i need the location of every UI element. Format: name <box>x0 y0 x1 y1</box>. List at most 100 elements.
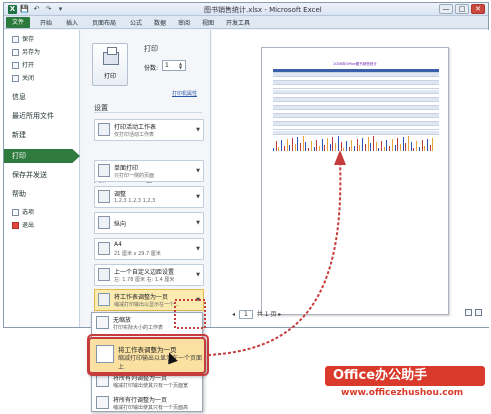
paper-icon <box>98 242 110 255</box>
excel-logo-icon: X <box>8 5 17 14</box>
backstage-info[interactable]: 信息 <box>8 91 78 103</box>
preview-chart-bar <box>394 145 396 151</box>
scaling-dropdown[interactable]: 将工作表调整为一页 缩减打印输出以显示在一个... ▼ <box>94 289 204 311</box>
tab-data[interactable]: 数据 <box>154 18 166 27</box>
fit-rows-icon <box>96 396 109 409</box>
margins-icon <box>98 268 110 281</box>
menu-item-no-scaling[interactable]: 无缩放 打印实际大小的工作表 <box>92 313 202 333</box>
backstage-save-send[interactable]: 保存并发送 <box>8 169 78 181</box>
menu-item-fit-columns[interactable]: 将所有列调整为一页 缩减打印输出使其只有一个页面宽 <box>92 371 202 391</box>
sides-label: 单面打印 <box>114 165 139 172</box>
one-sided-icon <box>98 164 110 177</box>
tab-view[interactable]: 视图 <box>202 18 214 27</box>
prev-page-button[interactable]: ◂ <box>232 311 235 318</box>
watermark-brand: Office办公助手 <box>325 366 485 386</box>
collate-dropdown[interactable]: 调整 1,2,3 1,2,3 1,2,3 ▼ <box>94 186 204 208</box>
preview-chart-bar <box>291 138 293 151</box>
exit-icon <box>12 222 19 229</box>
preview-chart-bar <box>337 136 339 151</box>
zoom-controls <box>465 309 482 316</box>
preview-chart-bar <box>340 142 342 151</box>
save-icon[interactable]: 💾 <box>20 5 29 14</box>
print-button[interactable]: 打印 <box>92 43 128 86</box>
show-margins-icon[interactable] <box>465 309 472 316</box>
close-button[interactable]: ✕ <box>471 4 485 14</box>
tab-file[interactable]: 文件 <box>6 17 30 28</box>
print-what-label: 打印活动工作表 <box>114 124 157 131</box>
backstage-save-as[interactable]: 另存为 <box>8 47 78 59</box>
window-controls: — □ ✕ <box>439 4 485 14</box>
preview-chart-bar <box>413 148 415 151</box>
maximize-button[interactable]: □ <box>455 4 469 14</box>
fit-rows-desc: 缩减打印输出使其只有一个页面高 <box>113 405 189 411</box>
preview-page: 2008年Office图书销售统计 <box>261 47 449 315</box>
preview-chart-bar <box>327 138 328 151</box>
backstage-new[interactable]: 新建 <box>8 129 78 141</box>
page-navigator: ◂ 1 共 1 页 ▸ <box>232 309 281 319</box>
customize-qat-icon[interactable]: ▾ <box>56 5 65 14</box>
preview-chart-bar <box>351 140 353 151</box>
preview-row <box>273 130 439 135</box>
tab-insert[interactable]: 插入 <box>66 18 78 27</box>
scaling-desc: 缩减打印输出以显示在一个... <box>114 302 179 308</box>
preview-chart-bar <box>389 146 391 151</box>
backstage-recent[interactable]: 最近所用文件 <box>8 110 78 122</box>
menu-item-fit-sheet-selected[interactable]: 将工作表调整为一页 缩减打印输出以显示在一个页面上 <box>88 337 206 374</box>
backstage-open[interactable]: 打开 <box>8 60 78 72</box>
menu-item-fit-rows[interactable]: 将所有行调整为一页 缩减打印输出使其只有一个页面高 <box>92 393 202 413</box>
paper-size-dropdown[interactable]: A4 21 厘米 x 29.7 厘米 ▼ <box>94 238 204 260</box>
tab-review[interactable]: 审阅 <box>178 18 190 27</box>
backstage-save-label: 保存 <box>22 36 35 43</box>
backstage-help[interactable]: 帮助 <box>8 188 78 200</box>
tab-page-layout[interactable]: 页面布局 <box>92 18 116 27</box>
tab-developer[interactable]: 开发工具 <box>226 18 250 27</box>
preview-chart-bar <box>281 140 283 151</box>
preview-chart-bar <box>300 143 301 151</box>
fit-to-page-icon <box>96 345 114 363</box>
minimize-button[interactable]: — <box>439 4 453 14</box>
scaling-label: 将工作表调整为一页 <box>114 294 169 301</box>
sheet-title: 2008年Office图书销售统计 <box>333 62 377 66</box>
copies-input[interactable]: 1 ▲ ▼ <box>162 60 186 71</box>
no-scaling-desc: 打印实际大小的工作表 <box>113 325 164 331</box>
sides-dropdown[interactable]: 单面打印 只打印一侧的页面 ▼ <box>94 160 204 182</box>
current-page-input[interactable]: 1 <box>238 310 253 319</box>
backstage-print[interactable]: 打印 <box>4 149 80 163</box>
print-what-desc: 仅打印活动工作表 <box>114 132 155 138</box>
preview-chart-bar <box>324 145 326 151</box>
preview-chart-bar <box>359 145 361 151</box>
chevron-down-icon: ▼ <box>196 220 200 226</box>
backstage-close[interactable]: 关闭 <box>8 73 78 85</box>
zoom-to-page-icon[interactable] <box>475 309 482 316</box>
fit-columns-label: 将所有列调整为一页 <box>113 375 168 382</box>
tab-formulas[interactable]: 公式 <box>130 18 142 27</box>
no-scaling-label: 无缩放 <box>113 317 132 324</box>
preview-chart-bar <box>286 139 288 151</box>
preview-chart-bar <box>367 137 369 151</box>
undo-icon[interactable]: ↶ <box>32 5 41 14</box>
next-page-button[interactable]: ▸ <box>278 311 281 318</box>
backstage-options[interactable]: 选项 <box>8 207 78 219</box>
title-bar: X 💾 ↶ ↷ ▾ 图书销售统计.xlsx - Microsoft Excel … <box>4 3 488 16</box>
no-scaling-icon <box>96 316 109 329</box>
backstage-exit[interactable]: 退出 <box>8 220 78 232</box>
preview-chart-bar <box>386 140 388 151</box>
margins-dropdown[interactable]: 上一个自定义边距设置 左: 1.78 厘米 右: 1.4 厘米 ▼ <box>94 264 204 286</box>
tab-home[interactable]: 开始 <box>40 18 52 27</box>
copies-spinner-icon[interactable]: ▲ ▼ <box>179 62 184 70</box>
preview-chart-bar <box>297 137 299 151</box>
preview-chart-bar <box>405 143 407 151</box>
preview-chart-bar <box>275 141 277 151</box>
backstage-open-label: 打开 <box>22 62 35 69</box>
printer-properties-link[interactable]: 打印机属性 <box>172 90 197 97</box>
copies-value: 1 <box>165 62 169 69</box>
orientation-dropdown[interactable]: 纵向 ▼ <box>94 212 204 234</box>
redo-icon[interactable]: ↷ <box>44 5 53 14</box>
backstage-exit-label: 退出 <box>22 222 35 229</box>
backstage-save[interactable]: 保存 <box>8 34 78 46</box>
margins-desc: 左: 1.78 厘米 右: 1.4 厘米 <box>114 277 175 283</box>
print-what-dropdown[interactable]: 打印活动工作表 仅打印活动工作表 ▼ <box>94 119 204 141</box>
preview-chart-bar <box>378 148 380 151</box>
window-title: 图书销售统计.xlsx - Microsoft Excel <box>204 6 322 14</box>
preview-chart-bar <box>429 145 431 151</box>
